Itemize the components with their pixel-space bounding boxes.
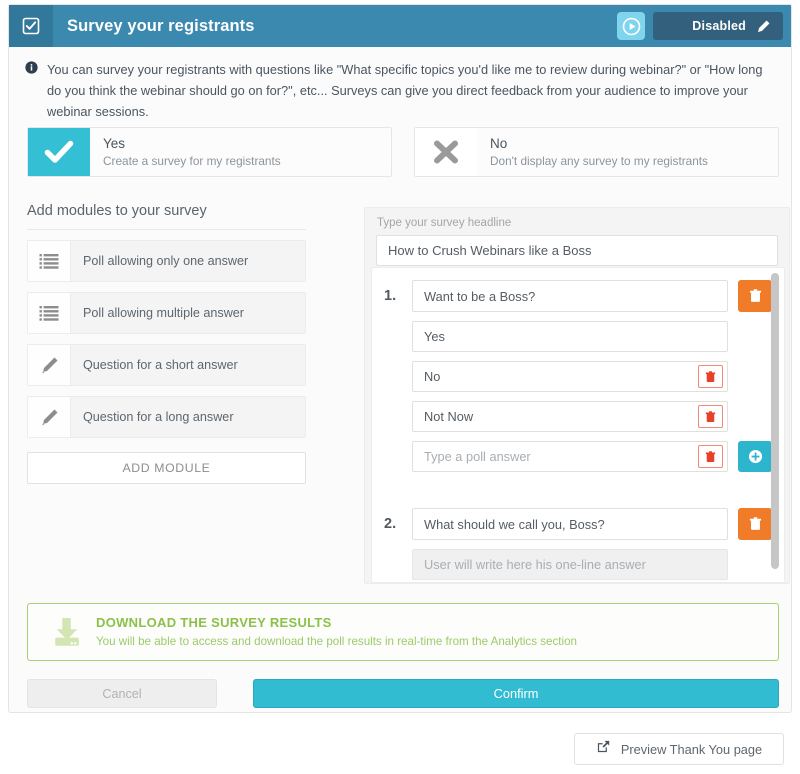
survey-headline-input[interactable]: How to Crush Webinars like a Boss (376, 235, 778, 266)
header-actions: Disabled (617, 5, 791, 47)
delete-question-button[interactable] (738, 508, 772, 540)
survey-toggle-choices: Yes Create a survey for my registrants N… (27, 127, 779, 177)
question-header: 2. What should we call you, Boss? (372, 508, 784, 540)
module-label: Question for a long answer (71, 397, 234, 437)
choice-yes-title: Yes (103, 136, 281, 152)
preview-thank-you-page-button[interactable]: Preview Thank You page (574, 733, 784, 765)
check-mark-icon (28, 128, 90, 176)
status-badge[interactable]: Disabled (653, 12, 783, 40)
add-module-button[interactable]: ADD MODULE (27, 452, 306, 484)
modules-panel: Add modules to your survey Poll allowing… (27, 203, 306, 484)
module-item-poll-multiple[interactable]: Poll allowing multiple answer (27, 292, 306, 334)
choice-yes-text: Yes Create a survey for my registrants (90, 128, 281, 176)
delete-answer-button[interactable] (698, 365, 723, 388)
choice-no-subtitle: Don't display any survey to my registran… (490, 153, 708, 169)
question-block: 2. What should we call you, Boss? User w… (372, 508, 784, 580)
choice-no-text: No Don't display any survey to my regist… (477, 128, 708, 176)
module-item-poll-single[interactable]: Poll allowing only one answer (27, 240, 306, 282)
download-banner-subtitle: You will be able to access and download … (96, 633, 577, 651)
answer-row: No (372, 361, 784, 392)
question-block: 1. Want to be a Boss? Yes (372, 280, 784, 472)
answer-input[interactable]: Yes (412, 321, 728, 352)
play-circle-icon[interactable] (617, 12, 645, 40)
pencil-icon (28, 397, 71, 437)
survey-headline-label: Type your survey headline (365, 208, 789, 235)
survey-card: Survey your registrants Disabled (8, 4, 792, 713)
scrollbar-thumb[interactable] (771, 273, 779, 569)
answer-input[interactable]: No (412, 361, 728, 392)
questions-list: 1. Want to be a Boss? Yes (372, 268, 784, 580)
confirm-button[interactable]: Confirm (253, 679, 779, 708)
answer-row: Yes (372, 321, 784, 352)
question-text-input[interactable]: What should we call you, Boss? (412, 508, 728, 540)
answer-row: Type a poll answer (372, 441, 784, 472)
survey-settings-page: Survey your registrants Disabled (0, 0, 800, 774)
questions-scroll-area: 1. Want to be a Boss? Yes (371, 267, 785, 583)
delete-answer-button[interactable] (698, 405, 723, 428)
module-label: Question for a short answer (71, 345, 238, 385)
choice-no-title: No (490, 136, 708, 152)
question-number: 2. (384, 516, 412, 532)
answer-row: User will write here his one-line answer (372, 549, 784, 580)
modules-title: Add modules to your survey (27, 203, 306, 229)
list-bullet-icon (28, 241, 71, 281)
choice-yes[interactable]: Yes Create a survey for my registrants (27, 127, 392, 177)
page-title: Survey your registrants (67, 17, 255, 36)
module-item-short-answer[interactable]: Question for a short answer (27, 344, 306, 386)
checkbox-square-icon (9, 5, 53, 47)
choice-yes-subtitle: Create a survey for my registrants (103, 153, 281, 169)
delete-question-button[interactable] (738, 280, 772, 312)
scrollbar[interactable] (771, 273, 779, 579)
add-answer-button[interactable] (738, 441, 772, 472)
download-tray-icon (44, 615, 90, 649)
choice-no[interactable]: No Don't display any survey to my regist… (414, 127, 779, 177)
answer-input-new[interactable]: Type a poll answer (412, 441, 728, 472)
preview-button-label: Preview Thank You page (621, 742, 762, 757)
pencil-icon (28, 345, 71, 385)
answer-preview: User will write here his one-line answer (412, 549, 728, 580)
panel-header: Survey your registrants Disabled (9, 5, 791, 47)
list-bullet-icon (28, 293, 71, 333)
survey-builder-panel: Type your survey headline How to Crush W… (364, 207, 790, 584)
download-banner-title: DOWNLOAD THE SURVEY RESULTS (96, 614, 577, 632)
answer-input[interactable]: Not Now (412, 401, 728, 432)
delete-answer-button[interactable] (698, 445, 723, 468)
spacer (372, 474, 784, 508)
question-number: 1. (384, 288, 412, 304)
download-results-banner: DOWNLOAD THE SURVEY RESULTS You will be … (27, 603, 779, 661)
pencil-icon[interactable] (756, 19, 771, 34)
status-label: Disabled (692, 19, 746, 33)
module-label: Poll allowing only one answer (71, 241, 248, 281)
external-link-icon (596, 739, 611, 759)
module-label: Poll allowing multiple answer (71, 293, 244, 333)
info-circle-icon (25, 61, 43, 79)
download-banner-text: DOWNLOAD THE SURVEY RESULTS You will be … (90, 614, 577, 651)
question-text-input[interactable]: Want to be a Boss? (412, 280, 728, 312)
question-header: 1. Want to be a Boss? (372, 280, 784, 312)
answer-row: Not Now (372, 401, 784, 432)
divider (27, 229, 306, 230)
info-text: You can survey your registrants with que… (43, 59, 773, 122)
x-mark-icon (415, 128, 477, 176)
module-item-long-answer[interactable]: Question for a long answer (27, 396, 306, 438)
cancel-button[interactable]: Cancel (27, 679, 217, 708)
